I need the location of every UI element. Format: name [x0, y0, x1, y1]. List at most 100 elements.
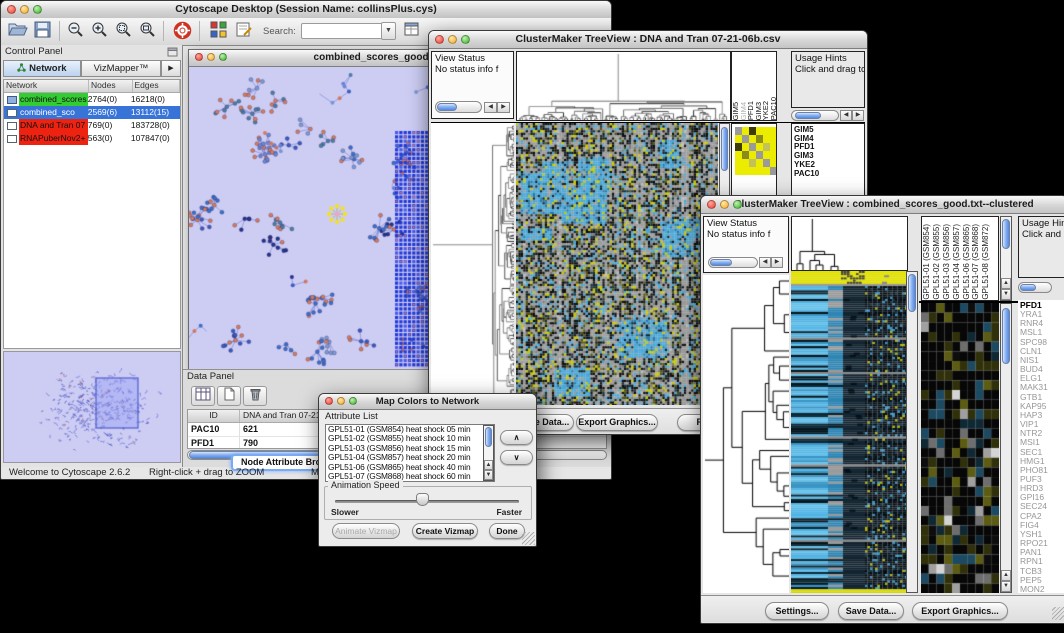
close-button[interactable]: [435, 35, 444, 44]
export-graphics-button[interactable]: Export Graphics...: [576, 414, 658, 431]
network-list-row[interactable]: combined_scores 2764(0) 16218(0): [4, 93, 180, 106]
open-file-button[interactable]: [7, 21, 29, 41]
save-button[interactable]: [31, 21, 53, 41]
create-vizmap-button[interactable]: Create Vizmap: [412, 523, 478, 539]
column-label[interactable]: GPL51-01 (GSM854): [922, 224, 932, 300]
tv1-column-labels[interactable]: GIM5GIM4PFD1GIM3YKE2PAC10: [731, 51, 777, 121]
scroll-left-arrow[interactable]: ◀: [484, 102, 497, 113]
scrollbar-thumb[interactable]: [795, 112, 821, 119]
col-nodes[interactable]: Nodes: [89, 80, 133, 92]
zoom-button[interactable]: [219, 53, 227, 61]
column-label[interactable]: GPL51-08 (GSM872): [981, 224, 991, 300]
scroll-down-arrow[interactable]: ▼: [1001, 581, 1011, 592]
column-label[interactable]: GPL51-02 (GSM855): [932, 224, 942, 300]
new-attribute-button[interactable]: [217, 386, 241, 406]
scroll-left-arrow[interactable]: ◀: [759, 257, 771, 268]
move-up-button[interactable]: ∧: [500, 430, 533, 445]
col-id[interactable]: ID: [188, 410, 240, 422]
settings-button[interactable]: Settings...: [765, 602, 829, 620]
treeview2-titlebar[interactable]: ClusterMaker TreeView : combined_scores_…: [701, 196, 1064, 214]
select-attributes-button[interactable]: [191, 386, 215, 406]
usage-hints-scrollbar[interactable]: [1018, 282, 1052, 293]
minimize-button[interactable]: [720, 200, 729, 209]
close-button[interactable]: [7, 5, 16, 14]
zoom-button[interactable]: [33, 5, 42, 14]
network-list-row[interactable]: DNA and Tran 07 769(0) 183728(0): [4, 119, 180, 132]
network-list-row[interactable]: combined_sco 2569(6) 13112(15): [4, 106, 180, 119]
view-status-scrollbar[interactable]: [708, 257, 758, 268]
vizmapper-button[interactable]: [207, 21, 229, 41]
scrollbar-thumb[interactable]: [721, 127, 728, 171]
close-button[interactable]: [325, 397, 333, 405]
tv1-column-dendrogram[interactable]: [516, 51, 731, 121]
col-edges[interactable]: Edges: [133, 80, 180, 92]
column-label[interactable]: PAC10: [770, 97, 777, 120]
scroll-right-arrow[interactable]: ▶: [771, 257, 783, 268]
attribute-list[interactable]: GPL51-01 (GSM854) heat shock 05 minGPL51…: [325, 424, 495, 482]
zoom-in-button[interactable]: [89, 21, 111, 41]
tv2-column-dendrogram[interactable]: [791, 216, 908, 271]
gene-label[interactable]: MON2: [1018, 585, 1064, 593]
attribute-browser-button[interactable]: [401, 21, 423, 41]
zoom-button[interactable]: [733, 200, 742, 209]
tv2-gene-labels[interactable]: PFD1YRA1RNR4MSL1SPC98CLN1NIS1BUD4ELG1MAK…: [1018, 300, 1064, 593]
scrollbar-thumb[interactable]: [1002, 219, 1010, 249]
minimize-button[interactable]: [337, 397, 345, 405]
tab-overflow-button[interactable]: ▶: [161, 60, 181, 77]
tv2-column-labels[interactable]: GPL51-01 (GSM854)GPL51-02 (GSM855)GPL51-…: [921, 216, 999, 301]
float-panel-icon[interactable]: [167, 47, 178, 57]
treeview1-titlebar[interactable]: ClusterMaker TreeView : DNA and Tran 07-…: [429, 31, 867, 49]
column-label[interactable]: GPL51-07 (GSM868): [971, 224, 981, 300]
move-down-button[interactable]: ∨: [500, 450, 533, 465]
cytoscape-titlebar[interactable]: Cytoscape Desktop (Session Name: collins…: [1, 1, 611, 19]
minimize-button[interactable]: [448, 35, 457, 44]
tv2-heatmap-vscrollbar[interactable]: [906, 271, 918, 593]
close-button[interactable]: [195, 53, 203, 61]
col-network[interactable]: Network: [4, 80, 89, 92]
export-graphics-button[interactable]: Export Graphics...: [912, 602, 1008, 620]
column-label[interactable]: GPL51-04 (GSM857): [952, 224, 962, 300]
zoom-fit-button[interactable]: [137, 21, 159, 41]
done-button[interactable]: Done: [489, 523, 525, 539]
scroll-up-arrow[interactable]: ▲: [1001, 278, 1011, 289]
scrollbar-thumb[interactable]: [437, 103, 457, 111]
list-vscrollbar[interactable]: ▲ ▼: [483, 425, 494, 481]
scrollbar-thumb[interactable]: [710, 259, 732, 266]
delete-attribute-button[interactable]: [243, 386, 267, 406]
minimize-button[interactable]: [20, 5, 29, 14]
tv1-zoom-heatmap[interactable]: [735, 127, 777, 175]
help-button[interactable]: [171, 21, 193, 41]
network-overview-canvas[interactable]: [4, 352, 180, 462]
zoom-out-button[interactable]: [65, 21, 87, 41]
zoom-selected-button[interactable]: [113, 21, 135, 41]
tv2-zoom-vscrollbar[interactable]: ▲ ▼: [1000, 303, 1012, 593]
slider-thumb[interactable]: [416, 493, 429, 506]
usage-hints-scrollbar[interactable]: [791, 110, 839, 121]
tv2-label-vscrollbar[interactable]: ▲ ▼: [1000, 216, 1012, 301]
column-label[interactable]: GPL51-06 (GSM865): [962, 224, 972, 300]
view-status-scrollbar[interactable]: [435, 101, 482, 113]
annotation-button[interactable]: [233, 21, 255, 41]
scroll-down-arrow[interactable]: ▼: [1001, 289, 1011, 300]
scroll-right-arrow[interactable]: ▶: [852, 110, 864, 121]
scroll-left-arrow[interactable]: ◀: [840, 110, 852, 121]
zoom-button[interactable]: [349, 397, 357, 405]
scroll-down-arrow[interactable]: ▼: [484, 470, 493, 480]
column-label[interactable]: GPL51-03 (GSM856): [942, 224, 952, 300]
tab-network[interactable]: Network: [3, 60, 81, 77]
search-dropdown-arrow[interactable]: ▼: [381, 22, 396, 40]
tv1-heatmap[interactable]: [516, 123, 718, 405]
scroll-right-arrow[interactable]: ▶: [497, 102, 510, 113]
resize-grip[interactable]: [1052, 607, 1064, 620]
scrollbar-thumb[interactable]: [908, 274, 916, 312]
scrollbar-thumb[interactable]: [1002, 308, 1010, 364]
tv2-row-dendrogram[interactable]: [703, 275, 789, 593]
zoom-button[interactable]: [461, 35, 470, 44]
scrollbar-thumb[interactable]: [485, 427, 492, 447]
scrollbar-thumb[interactable]: [1020, 284, 1036, 291]
search-input[interactable]: [301, 23, 383, 39]
tv1-row-dendrogram[interactable]: [431, 123, 514, 405]
resize-grip[interactable]: [522, 532, 535, 545]
network-overview[interactable]: [3, 351, 181, 463]
minimize-button[interactable]: [207, 53, 215, 61]
